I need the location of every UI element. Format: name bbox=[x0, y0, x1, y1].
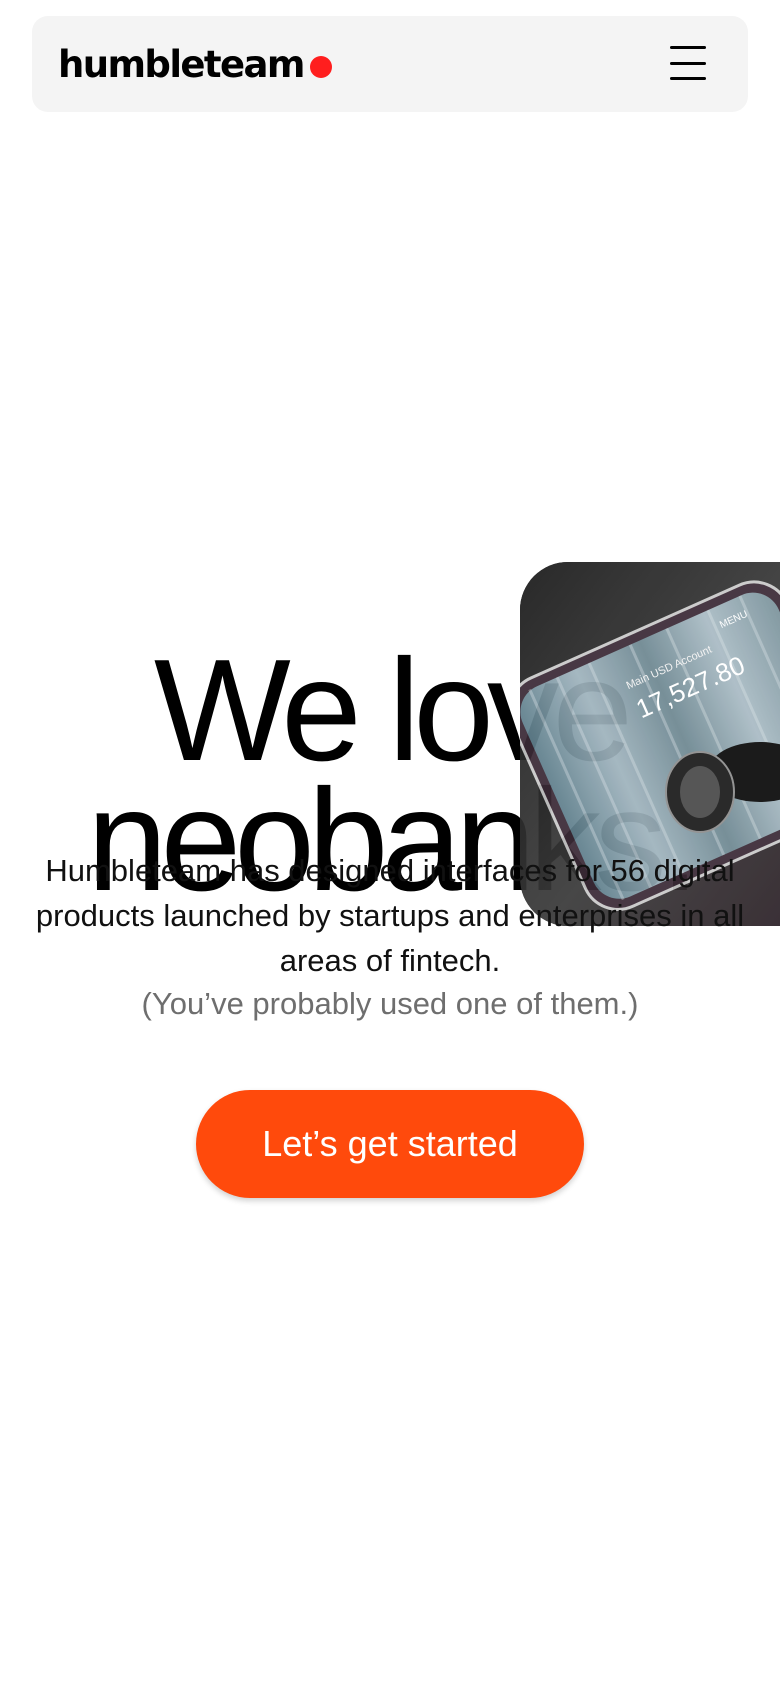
site-header: humbleteam bbox=[32, 16, 748, 112]
page: humbleteam We love neobanks. Main USD Ac… bbox=[0, 0, 780, 1688]
menu-line bbox=[670, 46, 706, 49]
logo-dot-icon bbox=[309, 56, 332, 78]
logo-link[interactable]: humbleteam bbox=[58, 40, 332, 88]
get-started-button[interactable]: Let’s get started bbox=[196, 1090, 584, 1198]
hamburger-menu-icon[interactable] bbox=[670, 46, 708, 80]
hero-note: (You’ve probably used one of them.) bbox=[141, 986, 639, 1021]
menu-line bbox=[670, 61, 706, 65]
hero-description: Humbleteam has designed interfaces for 5… bbox=[35, 853, 745, 978]
menu-line bbox=[670, 77, 706, 80]
logo-text: humbleteam bbox=[58, 42, 305, 86]
